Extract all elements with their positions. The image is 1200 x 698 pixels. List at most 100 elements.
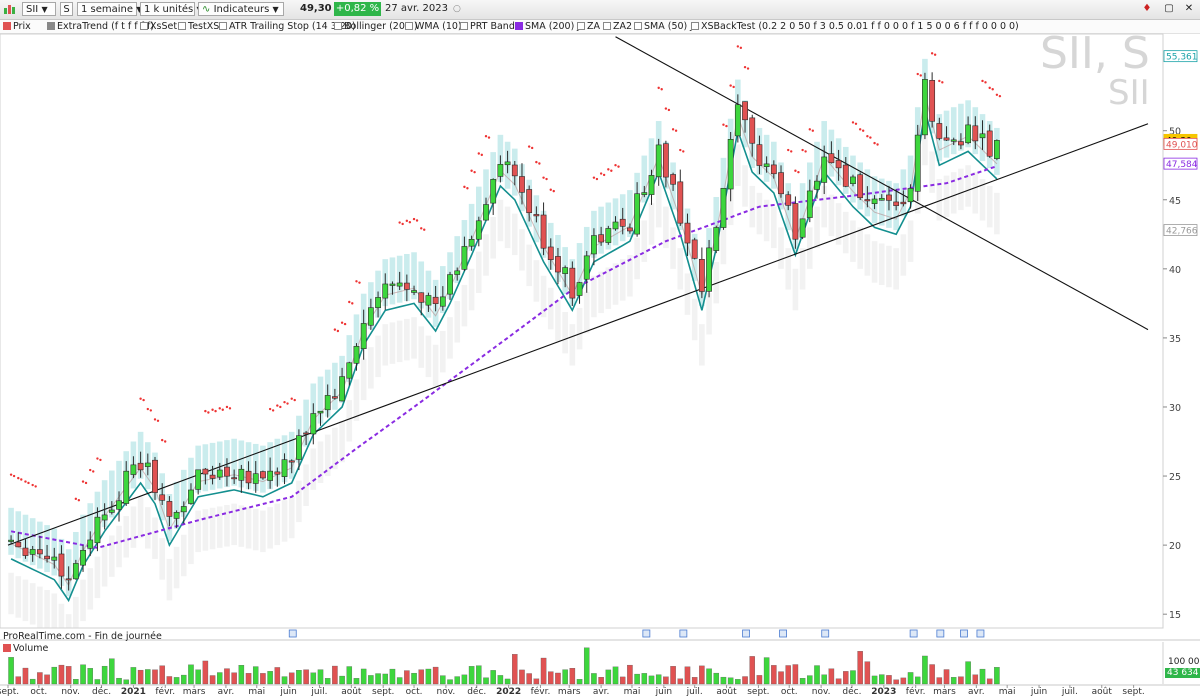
volume-bar: [368, 675, 374, 685]
lower-band-segment: [950, 172, 957, 214]
lower-band-segment: [591, 275, 597, 318]
stop-dot: [804, 150, 807, 153]
volume-bar: [591, 673, 597, 685]
stop-dot: [12, 474, 16, 478]
volume-bar: [612, 666, 619, 685]
lower-band-segment: [101, 545, 108, 587]
stop-dot: [336, 329, 340, 333]
volume-bar: [483, 677, 489, 685]
volume-bar: [339, 675, 345, 685]
candle-body: [698, 259, 705, 292]
volume-bar: [425, 668, 432, 685]
stop-dot: [204, 409, 207, 413]
lower-band-segment: [706, 293, 712, 335]
candle-body: [922, 79, 928, 136]
lower-band-segment: [22, 579, 29, 622]
candle-body: [670, 174, 676, 185]
lower-band-segment: [346, 400, 353, 442]
event-marker-icon[interactable]: [976, 629, 985, 638]
event-marker-icon[interactable]: [936, 629, 945, 638]
lower-band-segment: [130, 506, 137, 548]
lower-band-segment: [771, 206, 777, 249]
lower-band-segment: [562, 312, 568, 354]
volume-bar: [101, 665, 108, 685]
volume-bar: [411, 672, 417, 685]
stop-dot: [729, 84, 732, 87]
stop-dot: [933, 53, 937, 56]
lower-band-segment: [576, 307, 583, 350]
event-marker-icon[interactable]: [679, 629, 688, 638]
stop-dot: [549, 188, 552, 191]
stop-dot: [89, 468, 92, 472]
candle-body: [778, 172, 784, 195]
event-marker-icon[interactable]: [821, 629, 830, 638]
volume-bar: [29, 678, 36, 685]
candle-body: [857, 174, 864, 199]
stop-dot: [358, 281, 361, 284]
volume-bar: [799, 678, 806, 685]
volume-bar: [447, 679, 453, 685]
lower-band-segment: [389, 322, 396, 364]
lower-band-segment: [324, 434, 331, 477]
lower-band-segment: [425, 335, 432, 378]
volume-bar: [756, 675, 763, 685]
lower-band-segment: [173, 546, 180, 589]
stop-dot: [214, 409, 217, 413]
lower-band-segment: [94, 556, 101, 599]
event-marker-icon[interactable]: [779, 629, 787, 638]
lower-band-segment: [735, 144, 741, 186]
volume-bar: [735, 679, 741, 685]
stop-dot: [535, 160, 538, 164]
volume-bar: [792, 664, 799, 685]
stop-dot: [293, 398, 296, 402]
candle-body: [634, 193, 641, 235]
stop-dot: [916, 72, 919, 76]
event-marker-icon[interactable]: [960, 629, 968, 638]
candle-body: [734, 104, 741, 137]
stop-dot: [480, 153, 484, 157]
event-marker-icon[interactable]: [288, 629, 297, 638]
trendline-support[interactable]: [7, 123, 1149, 546]
stop-dot: [876, 143, 879, 146]
x-tick-label: 2022: [496, 687, 521, 697]
volume-bar: [389, 668, 396, 685]
candle-body: [166, 501, 173, 517]
lower-band-segment: [799, 248, 806, 290]
volume-bar: [619, 676, 626, 685]
candle-body: [303, 432, 310, 435]
lower-band-segment: [907, 220, 914, 262]
candle-body: [123, 470, 130, 504]
stop-dot: [355, 280, 358, 283]
stop-dot: [408, 221, 412, 224]
volume-bar: [260, 673, 266, 685]
event-marker-icon[interactable]: [909, 629, 918, 638]
stop-dot: [811, 129, 815, 132]
event-marker-icon[interactable]: [742, 629, 750, 638]
candle-body: [324, 395, 331, 411]
candle-body: [490, 179, 497, 204]
candle-body: [914, 134, 921, 192]
stop-dot: [861, 129, 865, 132]
lower-band-segment: [792, 268, 799, 311]
volume-bar: [828, 668, 835, 685]
volume-bar: [80, 664, 86, 685]
x-tick-label: mai: [999, 687, 1016, 697]
sma-line: [10, 165, 998, 549]
candle-body: [785, 194, 792, 206]
stop-dot: [99, 458, 102, 462]
stop-dot: [595, 177, 599, 181]
volume-bar: [224, 668, 230, 685]
lower-band-segment: [274, 503, 281, 546]
stop-dot: [276, 404, 279, 407]
volume-bar: [44, 674, 50, 685]
volume-bar: [907, 672, 914, 685]
lower-band-segment: [116, 525, 122, 568]
volume-bar: [324, 678, 331, 685]
event-marker-icon[interactable]: [642, 629, 651, 638]
candle-body: [65, 578, 72, 581]
candle-body: [245, 470, 252, 484]
price-chart[interactable]: 1520253035404550sept.oct.nov.déc.2021fév…: [0, 0, 1200, 698]
volume-bar: [188, 664, 194, 685]
lower-band-segment: [943, 175, 950, 218]
stop-dot: [153, 418, 157, 421]
